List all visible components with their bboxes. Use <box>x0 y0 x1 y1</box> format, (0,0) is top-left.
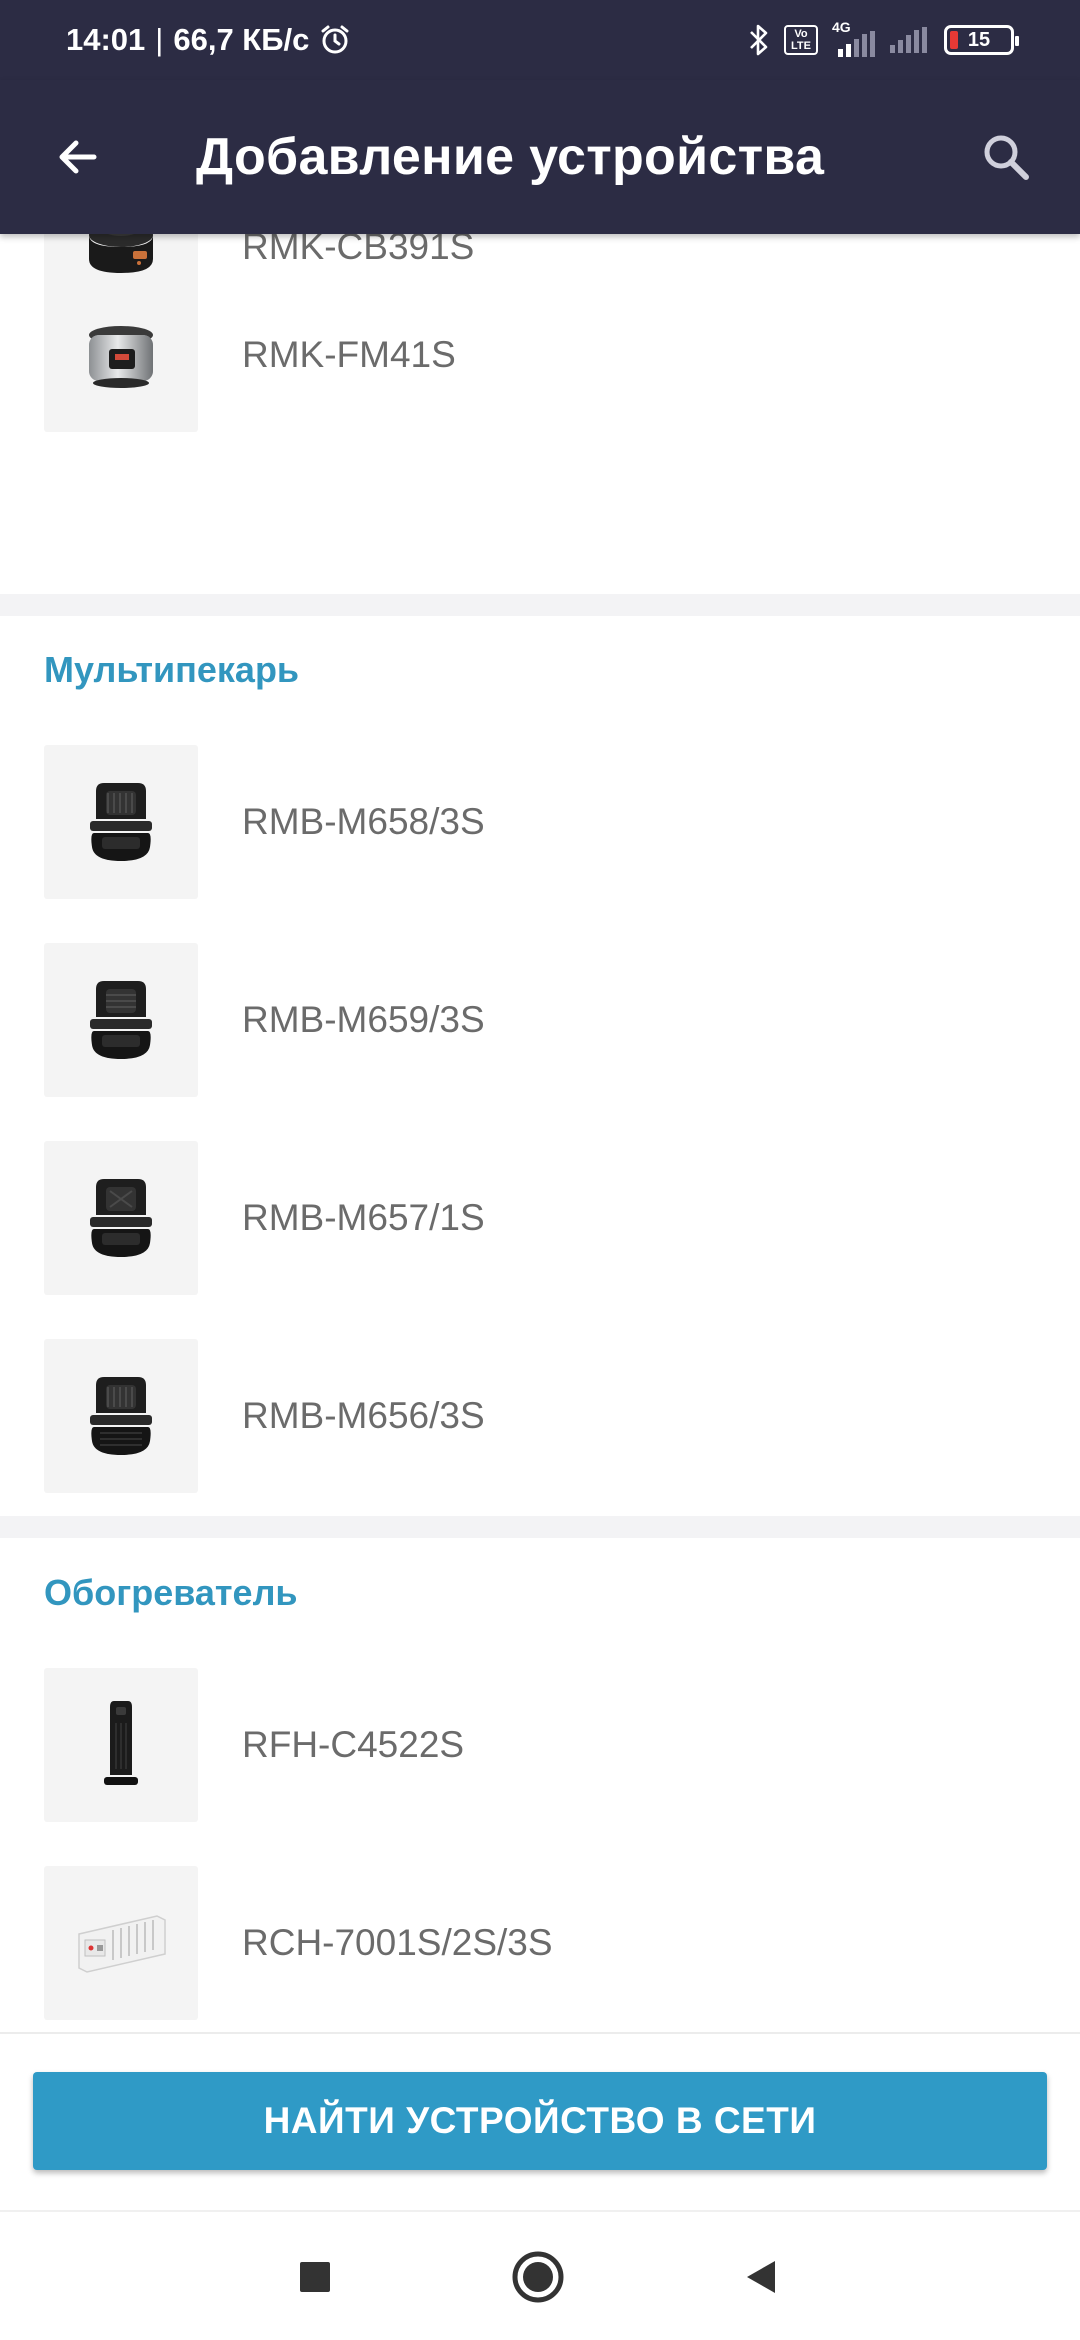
arrow-back-icon <box>59 140 97 174</box>
device-name: RMB-M659/3S <box>242 999 485 1040</box>
device-name: RFH-C4522S <box>242 1724 465 1765</box>
device-name: RMB-M657/1S <box>242 1197 485 1238</box>
device-thumbnail <box>44 1668 198 1822</box>
device-thumbnail <box>44 278 198 432</box>
bottom-panel: НАЙТИ УСТРОЙСТВО В СЕТИ <box>0 2032 1080 2210</box>
volte-icon: Vo LTE <box>784 25 818 55</box>
device-name: RMK-FM41S <box>242 334 456 375</box>
status-time: 14:01 <box>66 22 146 57</box>
status-left: 14:01 | 66,7 КБ/с <box>66 22 351 58</box>
sandwich-maker-icon <box>90 1179 152 1257</box>
battery-level <box>950 31 958 49</box>
back-button[interactable] <box>38 117 118 197</box>
page-title: Добавление устройства <box>196 128 825 186</box>
system-nav-bar <box>0 2210 1080 2340</box>
device-name: RMB-M658/3S <box>242 801 485 842</box>
battery-icon: 15 <box>944 25 1019 55</box>
alarm-icon <box>321 25 349 54</box>
device-thumbnail <box>44 1339 198 1493</box>
status-speed: 66,7 КБ/с <box>173 22 310 57</box>
triangle-back-icon <box>747 2261 775 2293</box>
search-button[interactable] <box>966 117 1046 197</box>
list-item[interactable]: RMB-M657/1S <box>0 1141 1080 1295</box>
multicooker-steel-icon <box>89 326 153 388</box>
status-right: Vo LTE 4G 15 <box>748 19 1019 57</box>
find-device-button[interactable]: НАЙТИ УСТРОЙСТВО В СЕТИ <box>33 2072 1047 2170</box>
status-separator: | <box>155 22 164 57</box>
app-bar: Добавление устройства <box>0 80 1080 234</box>
device-name: RCH-7001S/2S/3S <box>242 1922 553 1963</box>
status-bar: 14:01 | 66,7 КБ/с Vo LTE 4G 15 <box>0 0 1080 80</box>
device-thumbnail <box>44 943 198 1097</box>
back-nav-button[interactable] <box>731 2247 791 2307</box>
square-icon <box>300 2262 330 2292</box>
sandwich-maker-icon <box>90 981 152 1059</box>
sandwich-maker-icon <box>90 783 152 861</box>
signal-icon <box>890 27 927 53</box>
section-title-heater: Обогреватель <box>44 1572 298 1613</box>
device-name: RMB-M656/3S <box>242 1395 485 1436</box>
device-thumbnail <box>44 745 198 899</box>
tower-heater-icon <box>104 1701 138 1785</box>
section-divider <box>0 1516 1080 1538</box>
device-thumbnail <box>44 1866 198 2020</box>
list-item[interactable]: RMK-FM41S <box>0 278 1080 432</box>
search-icon <box>984 135 1029 180</box>
list-item[interactable]: RMB-M656/3S <box>0 1339 1080 1493</box>
device-list[interactable]: RMK-CB391S RMK-FM41S Мультипекарь RMB-M6… <box>0 234 1080 2034</box>
circle-home-icon <box>512 2251 564 2303</box>
signal-4g-icon: 4G <box>832 19 876 57</box>
recents-button[interactable] <box>285 2247 345 2307</box>
device-thumbnail <box>44 1141 198 1295</box>
battery-percent: 15 <box>967 28 991 51</box>
list-item[interactable]: RMB-M659/3S <box>0 943 1080 1097</box>
list-item[interactable]: RFH-C4522S <box>0 1668 1080 1822</box>
bluetooth-icon <box>750 24 768 56</box>
section-divider <box>0 594 1080 616</box>
section-title-multibaker: Мультипекарь <box>44 649 300 690</box>
convector-heater-icon <box>78 1915 166 1973</box>
list-item[interactable]: RCH-7001S/2S/3S <box>0 1866 1080 2020</box>
home-button[interactable] <box>508 2247 568 2307</box>
list-item[interactable]: RMB-M658/3S <box>0 745 1080 899</box>
sandwich-maker-icon <box>90 1377 152 1455</box>
